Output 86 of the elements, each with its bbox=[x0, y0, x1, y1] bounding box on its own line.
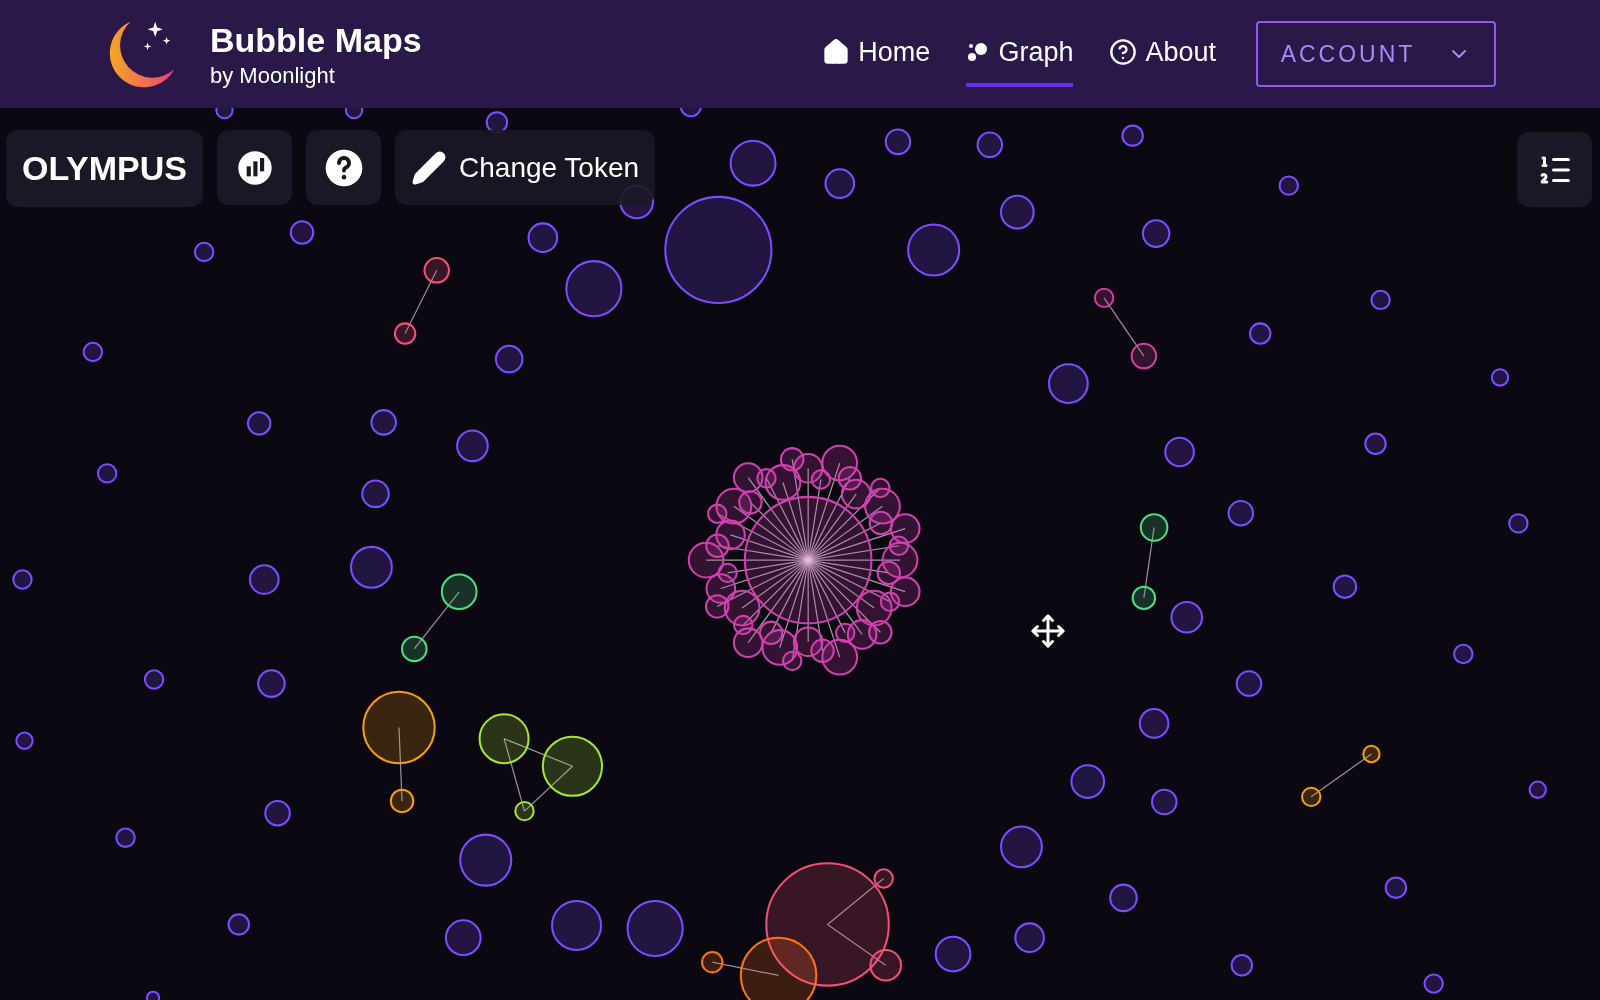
account-button[interactable]: ACCOUNT bbox=[1256, 21, 1496, 87]
bubble[interactable] bbox=[1235, 670, 1263, 697]
home-icon bbox=[822, 38, 851, 66]
bubble[interactable] bbox=[527, 222, 559, 253]
bubble[interactable] bbox=[1370, 289, 1391, 311]
bubble[interactable] bbox=[456, 429, 489, 463]
bubble[interactable] bbox=[884, 128, 912, 155]
move-cursor-icon bbox=[1030, 613, 1066, 649]
bubble[interactable] bbox=[361, 479, 390, 509]
chart-button[interactable] bbox=[217, 130, 292, 205]
bubble[interactable] bbox=[494, 344, 524, 374]
bubble[interactable] bbox=[215, 108, 234, 120]
linked-bubbles[interactable] bbox=[478, 713, 604, 822]
bubble[interactable] bbox=[907, 223, 961, 277]
linked-bubbles[interactable] bbox=[765, 862, 903, 987]
menu-button[interactable] bbox=[1517, 132, 1592, 207]
bubble[interactable] bbox=[729, 139, 777, 187]
bubble[interactable] bbox=[1141, 219, 1171, 248]
brand-title: Bubble Maps bbox=[210, 20, 422, 61]
nav-link[interactable]: Graph bbox=[966, 21, 1074, 87]
bubble[interactable] bbox=[1364, 432, 1387, 455]
bubble[interactable] bbox=[679, 108, 703, 118]
linked-bubbles[interactable] bbox=[1301, 744, 1381, 808]
bubble[interactable] bbox=[82, 341, 104, 363]
bubble[interactable] bbox=[249, 564, 280, 595]
bubble[interactable] bbox=[1384, 876, 1408, 899]
help-button[interactable] bbox=[306, 130, 381, 205]
bubble[interactable] bbox=[934, 935, 972, 973]
bubble[interactable] bbox=[1230, 954, 1254, 977]
bubble[interactable] bbox=[1151, 788, 1178, 816]
bubble[interactable] bbox=[551, 899, 603, 951]
bubble[interactable] bbox=[1508, 513, 1529, 534]
bubble[interactable] bbox=[227, 913, 250, 936]
linked-bubbles[interactable] bbox=[1131, 513, 1169, 611]
bubble[interactable] bbox=[370, 409, 397, 436]
bubble[interactable] bbox=[565, 260, 623, 318]
bubble[interactable] bbox=[1070, 764, 1106, 799]
bubble[interactable] bbox=[444, 919, 482, 957]
bubble[interactable] bbox=[264, 799, 291, 827]
linked-bubbles[interactable] bbox=[362, 690, 436, 814]
bubble[interactable] bbox=[626, 899, 684, 958]
nav-link[interactable]: About bbox=[1109, 21, 1216, 87]
bubble[interactable] bbox=[1000, 194, 1035, 230]
help-icon bbox=[323, 147, 364, 188]
bubble[interactable] bbox=[1109, 883, 1138, 913]
bubble[interactable] bbox=[976, 131, 1004, 159]
bubble[interactable] bbox=[1453, 643, 1474, 665]
bubble[interactable] bbox=[1332, 574, 1358, 599]
bubble[interactable] bbox=[1047, 363, 1089, 404]
bubble[interactable] bbox=[1227, 499, 1255, 527]
bubble[interactable] bbox=[96, 463, 118, 484]
bubble[interactable] bbox=[289, 220, 315, 245]
bubble[interactable] bbox=[15, 731, 34, 750]
bubble[interactable] bbox=[1164, 436, 1195, 468]
bubble[interactable] bbox=[1249, 322, 1272, 345]
bubble[interactable] bbox=[1278, 175, 1299, 196]
bubble[interactable] bbox=[1138, 708, 1170, 739]
linked-bubbles[interactable] bbox=[393, 257, 450, 345]
bubble-cluster[interactable] bbox=[687, 444, 921, 676]
pencil-icon bbox=[411, 149, 447, 186]
bubble[interactable] bbox=[12, 569, 33, 590]
bubble[interactable] bbox=[1014, 922, 1045, 953]
bubble[interactable] bbox=[145, 990, 161, 1000]
linked-bubbles[interactable] bbox=[401, 573, 478, 663]
nav-link[interactable]: Home bbox=[822, 21, 931, 87]
help-icon bbox=[1109, 38, 1138, 66]
bubble[interactable] bbox=[115, 827, 136, 848]
bubble[interactable] bbox=[1121, 124, 1144, 147]
bubble[interactable] bbox=[257, 669, 286, 698]
bubble[interactable] bbox=[1528, 780, 1547, 799]
bubble[interactable] bbox=[344, 108, 364, 120]
change-token-button[interactable]: Change Token bbox=[395, 130, 656, 205]
brand-subtitle: by Moonlight bbox=[210, 61, 336, 89]
bubble[interactable] bbox=[664, 195, 773, 304]
token-label: OLYMPUS bbox=[6, 130, 203, 207]
bubble[interactable] bbox=[824, 168, 856, 199]
bubble[interactable] bbox=[350, 545, 393, 589]
bubble[interactable] bbox=[1000, 825, 1043, 869]
bubble[interactable] bbox=[1423, 973, 1444, 994]
bubble[interactable] bbox=[246, 411, 272, 436]
bubble[interactable] bbox=[143, 669, 165, 690]
bubble[interactable] bbox=[1490, 368, 1510, 387]
bubble[interactable] bbox=[193, 241, 215, 263]
bubble[interactable] bbox=[1170, 600, 1204, 634]
bubble[interactable] bbox=[459, 833, 513, 887]
linked-bubbles[interactable] bbox=[701, 936, 818, 1000]
